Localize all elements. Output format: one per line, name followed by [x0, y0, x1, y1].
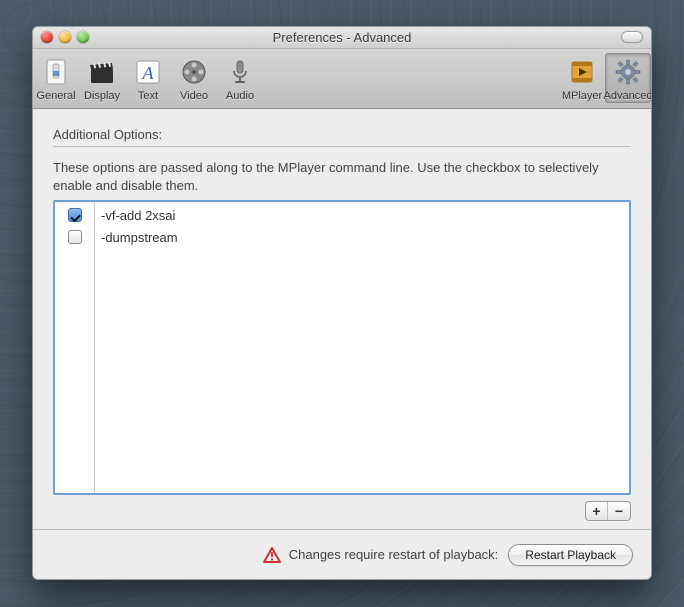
preferences-window: Preferences - Advanced General: [32, 26, 652, 580]
toolbar-item-general[interactable]: General: [33, 53, 79, 103]
option-text[interactable]: -dumpstream: [101, 228, 629, 246]
toolbar-label: Audio: [226, 90, 254, 102]
add-button[interactable]: +: [586, 502, 608, 520]
toolbar-item-advanced[interactable]: Advanced: [605, 53, 651, 103]
option-text[interactable]: -vf-add 2xsai: [101, 206, 629, 224]
toolbar-item-audio[interactable]: Audio: [217, 53, 263, 103]
text-column: -vf-add 2xsai -dumpstream: [95, 202, 629, 493]
zoom-button[interactable]: [77, 31, 89, 43]
svg-text:A: A: [142, 63, 155, 83]
microphone-icon: [224, 56, 256, 88]
warning-icon: [263, 547, 281, 563]
toolbar-item-display[interactable]: Display: [79, 53, 125, 103]
toolbar-left-group: General Display: [33, 53, 263, 103]
slider-icon: [40, 56, 72, 88]
gear-icon: [612, 56, 644, 88]
toolbar-label: Advanced: [604, 90, 652, 102]
section-title: Additional Options:: [53, 127, 631, 147]
section-help-text: These options are passed along to the MP…: [53, 159, 631, 194]
toolbar-right-group: MPlayer: [559, 53, 651, 103]
footer: Changes require restart of playback: Res…: [33, 529, 651, 579]
checkbox-column: [55, 202, 95, 493]
option-checkbox[interactable]: [68, 208, 82, 222]
restart-warning-text: Changes require restart of playback:: [289, 547, 499, 562]
options-list[interactable]: -vf-add 2xsai -dumpstream: [53, 200, 631, 495]
toolbar-label: Video: [180, 90, 208, 102]
clapper-icon: [86, 56, 118, 88]
toolbar-label: Display: [84, 90, 120, 102]
close-button[interactable]: [41, 31, 53, 43]
toolbar-item-text[interactable]: A Text: [125, 53, 171, 103]
restart-playback-button[interactable]: Restart Playback: [508, 544, 633, 566]
traffic-lights: [41, 31, 89, 43]
toolbar: General Display: [33, 49, 651, 109]
toolbar-label: Text: [138, 90, 158, 102]
restart-warning: Changes require restart of playback:: [263, 547, 499, 563]
reel-icon: [178, 56, 210, 88]
toolbar-toggle-pill[interactable]: [621, 31, 643, 43]
option-checkbox[interactable]: [68, 230, 82, 244]
remove-button[interactable]: −: [608, 502, 630, 520]
minimize-button[interactable]: [59, 31, 71, 43]
toolbar-label: MPlayer: [562, 90, 602, 102]
titlebar: Preferences - Advanced: [33, 27, 651, 49]
mplayer-icon: [566, 56, 598, 88]
toolbar-item-mplayer[interactable]: MPlayer: [559, 53, 605, 103]
window-title: Preferences - Advanced: [33, 30, 651, 45]
content-area: Additional Options: These options are pa…: [33, 109, 651, 529]
toolbar-label: General: [36, 90, 75, 102]
add-remove-buttons: + −: [585, 501, 631, 521]
toolbar-item-video[interactable]: Video: [171, 53, 217, 103]
letter-a-icon: A: [132, 56, 164, 88]
